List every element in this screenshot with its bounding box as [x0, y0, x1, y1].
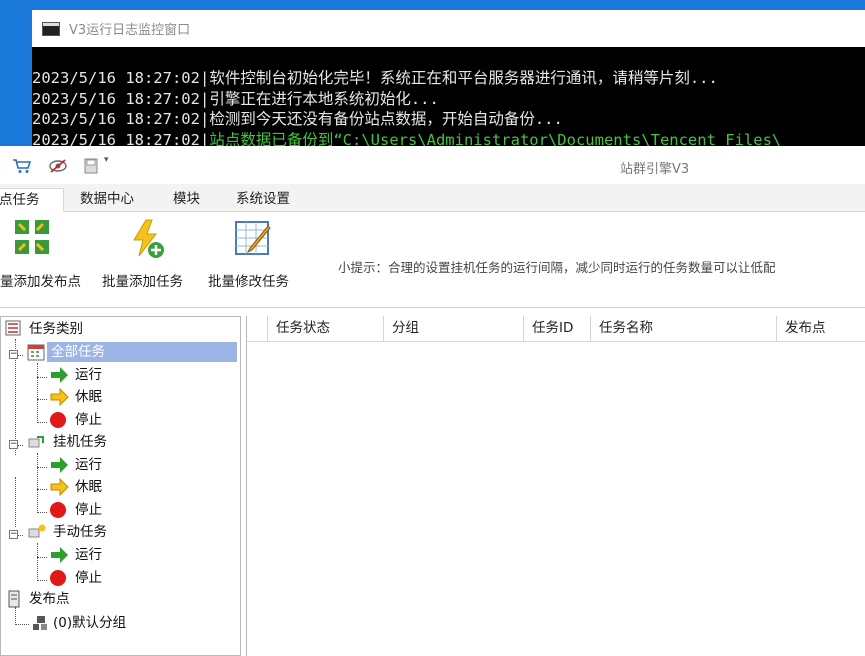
app-title: 站群引擎V3: [620, 162, 690, 177]
auto-task-icon: [28, 436, 44, 448]
button-label: 批量修改任务: [208, 274, 289, 290]
manual-task-icon: [28, 524, 46, 538]
ribbon-tabs: 点任务 数据中心 模块 系统设置: [0, 184, 865, 212]
tab-label: 数据中心: [80, 191, 134, 207]
add-task-icon: [133, 219, 164, 258]
server-icon: [8, 590, 20, 608]
log-timestamp: 2023/5/16 18:27:02: [32, 69, 200, 87]
button-label: 批量添加任务: [102, 274, 183, 290]
batch-edit-task-button[interactable]: 批量修改任务: [206, 218, 300, 298]
stop-icon: [50, 570, 66, 586]
run-arrow-icon: [51, 367, 68, 383]
log-message: 引擎正在进行本地系统初始化...: [209, 89, 439, 108]
sleep-arrow-icon: [50, 478, 69, 496]
tree-item-sleep[interactable]: 休眠: [75, 477, 102, 497]
column-header-task-name[interactable]: 任务名称: [590, 316, 776, 342]
log-timestamp: 2023/5/16 18:27:02: [32, 110, 200, 128]
batch-add-publish-point-button[interactable]: 量添加发布点: [0, 218, 90, 298]
network-group-icon: [33, 616, 47, 630]
tree-group-manual-tasks[interactable]: 手动任务: [53, 522, 107, 542]
collapse-icon[interactable]: −: [9, 530, 18, 539]
column-header-publish-point[interactable]: 发布点: [776, 316, 865, 342]
console-window-icon: [42, 21, 60, 36]
tree-root-task-category[interactable]: 任务类别: [29, 319, 83, 339]
tab-site-tasks[interactable]: 点任务: [0, 188, 64, 212]
tree-item-sleep[interactable]: 休眠: [75, 387, 102, 407]
collapse-icon[interactable]: −: [9, 350, 18, 359]
dropdown-icon[interactable]: ▾: [104, 155, 109, 165]
log-timestamp: 2023/5/16 18:27:02: [32, 89, 200, 108]
cart-icon[interactable]: [12, 158, 32, 174]
console-title: V3运行日志监控窗口: [69, 23, 191, 38]
tree-item-default-group[interactable]: (0)默认分组: [53, 613, 126, 633]
sleep-arrow-icon: [50, 388, 69, 406]
task-category-tree[interactable]: 任务类别 − 全部任务 运行 休眠 停止 − 挂机任务 运行 休眠 停止 − 手…: [0, 316, 241, 656]
button-label: 量添加发布点: [0, 274, 81, 290]
column-header-status[interactable]: 任务状态: [267, 316, 383, 342]
console-titlebar[interactable]: V3运行日志监控窗口: [32, 10, 865, 47]
task-grid[interactable]: 任务状态 分组 任务ID 任务名称 发布点: [246, 316, 865, 656]
console-log: 2023/5/16 18:27:02|软件控制台初始化完毕！系统正在和平台服务器…: [32, 68, 865, 150]
tree-item-run[interactable]: 运行: [75, 545, 102, 565]
console-line: 2023/5/16 18:27:02|软件控制台初始化完毕！系统正在和平台服务器…: [32, 69, 718, 87]
console-line: 2023/5/16 18:27:02|引擎正在进行本地系统初始化...: [32, 89, 439, 108]
calendar-icon: [27, 344, 45, 361]
tab-label: 点任务: [0, 192, 40, 208]
tab-system-settings[interactable]: 系统设置: [236, 188, 290, 212]
tree-item-stop[interactable]: 停止: [75, 410, 102, 430]
tree-item-run[interactable]: 运行: [75, 365, 102, 385]
app-window: ▾ 站群引擎V3 点任务 数据中心 模块 系统设置 量添加发布点 批量添加任务 …: [0, 146, 865, 656]
app-titlebar[interactable]: ▾ 站群引擎V3: [0, 146, 865, 184]
tab-label: 系统设置: [236, 191, 290, 207]
eye-slash-icon[interactable]: [48, 158, 68, 174]
save-icon[interactable]: [84, 158, 98, 174]
collapse-icon[interactable]: −: [9, 440, 18, 449]
tip-text: 小提示：合理的设置挂机任务的运行间隔，减少同时运行的任务数量可以让低配: [338, 260, 776, 275]
stop-icon: [50, 412, 66, 428]
stop-icon: [50, 502, 66, 518]
add-publish-point-icon: [15, 220, 49, 254]
tree-group-idle-tasks[interactable]: 挂机任务: [53, 432, 107, 452]
column-header-task-id[interactable]: 任务ID: [523, 316, 590, 342]
ribbon-toolbar: 量添加发布点 批量添加任务 批量修改任务 小提示：合理的设置挂机任务的运行间隔，…: [0, 212, 865, 308]
task-list-icon: [5, 320, 21, 336]
edit-task-icon: [235, 221, 271, 255]
tree-item-stop[interactable]: 停止: [75, 500, 102, 520]
console-line: 2023/5/16 18:27:02|检测到今天还没有备份站点数据，开始自动备份…: [32, 110, 563, 128]
tab-data-center[interactable]: 数据中心: [80, 188, 134, 212]
tab-modules[interactable]: 模块: [173, 188, 200, 212]
run-arrow-icon: [51, 547, 68, 563]
tree-group-all-tasks[interactable]: 全部任务: [47, 342, 237, 362]
tree-item-stop[interactable]: 停止: [75, 568, 102, 588]
log-message: 检测到今天还没有备份站点数据，开始自动备份...: [209, 110, 563, 128]
tree-root-publish-points[interactable]: 发布点: [29, 589, 70, 609]
tree-item-run[interactable]: 运行: [75, 455, 102, 475]
grid-header: 任务状态 分组 任务ID 任务名称 发布点: [247, 316, 865, 342]
run-arrow-icon: [51, 457, 68, 473]
desktop: V3运行日志监控窗口 2023/5/16 18:27:02|软件控制台初始化完毕…: [0, 0, 865, 656]
batch-add-task-button[interactable]: 批量添加任务: [100, 218, 194, 298]
column-header-group[interactable]: 分组: [383, 316, 523, 342]
console-window[interactable]: V3运行日志监控窗口 2023/5/16 18:27:02|软件控制台初始化完毕…: [32, 10, 865, 150]
log-message: 软件控制台初始化完毕！系统正在和平台服务器进行通讯，请稍等片刻...: [209, 69, 718, 87]
tab-label: 模块: [173, 191, 200, 207]
